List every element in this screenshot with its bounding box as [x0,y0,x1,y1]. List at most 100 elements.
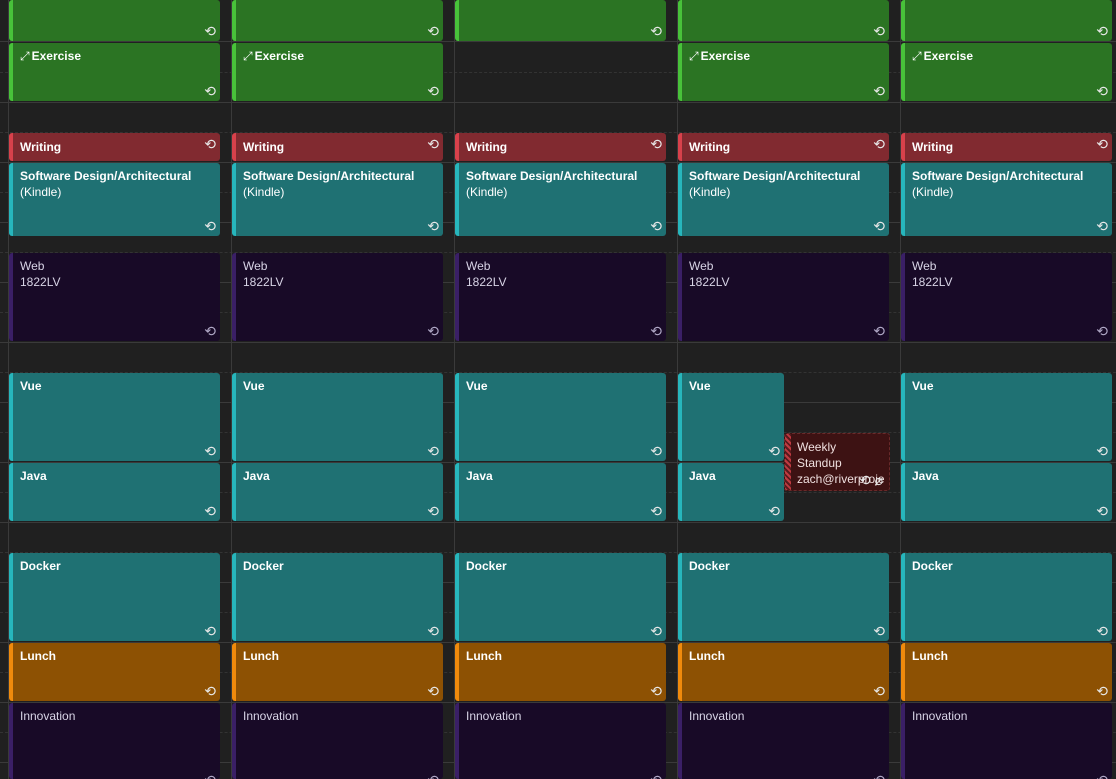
recurring-icon: ⟲ [650,623,662,639]
week-calendar-grid: ⟲ ⤢ Exercise ⟲ Writing ⟲ Software Design/Ar… [0,0,1116,779]
event-java[interactable]: Java ⟲ [455,463,666,521]
recurring-icon: ⟲ [650,323,662,339]
event-web[interactable]: Web 1822LV ⟲ [232,253,443,341]
event-software-design[interactable]: Software Design/Architectural (Kindle) ⟲ [455,163,666,236]
hour-line [0,41,1116,42]
recurring-icon: ⟲ [427,443,439,459]
event-lunch[interactable]: Lunch ⟲ [232,643,443,701]
event-innovation[interactable]: Innovation⟲ [9,703,220,779]
recurring-icon: ⟲ [768,503,780,519]
event-lunch[interactable]: Lunch ⟲ [901,643,1112,701]
paperclip-icon: ⌀ [874,472,883,488]
recurring-icon: ⟲ [427,503,439,519]
recurring-icon: ⟲ [204,443,216,459]
event-lunch[interactable]: Lunch ⟲ [455,643,666,701]
hour-line [0,342,1116,343]
event-lunch[interactable]: Lunch ⟲ [9,643,220,701]
event-vue[interactable]: Vue ⟲ [232,373,443,461]
event-software-design[interactable]: Software Design/Architectural (Kindle) ⟲ [9,163,220,236]
event-writing[interactable]: Writing ⟲ [678,133,889,161]
recurring-icon: ⟲ [204,218,216,234]
recurring-icon: ⟲ [858,472,871,488]
recurring-icon: ⟲ [873,136,885,152]
event-writing[interactable]: Writing ⟲ [455,133,666,161]
event-java[interactable]: Java ⟲ [678,463,784,521]
event-exercise[interactable]: ⤢ Exercise ⟲ [9,43,220,101]
event-docker[interactable]: Docker ⟲ [9,553,220,641]
event-vue[interactable]: Vue ⟲ [901,373,1112,461]
recurring-icon: ⟲ [1096,503,1108,519]
event-writing[interactable]: Writing ⟲ [232,133,443,161]
recurring-icon: ⟲ [650,773,662,779]
recurring-icon: ⟲ [427,23,439,39]
event-innovation[interactable]: Innovation⟲ [901,703,1112,779]
event-java[interactable]: Java ⟲ [9,463,220,521]
recurring-icon: ⟲ [650,136,662,152]
recurring-icon: ⟲ [873,23,885,39]
recurring-icon: ⟲ [1096,23,1108,39]
event-web[interactable]: Web 1822LV ⟲ [901,253,1112,341]
recurring-icon: ⟲ [1096,83,1108,99]
recurring-icon: ⟲ [650,218,662,234]
event-innovation[interactable]: Innovation⟲ [232,703,443,779]
expand-arrows-icon: ⤢ [912,49,922,63]
recurring-icon: ⟲ [1096,623,1108,639]
event-web[interactable]: Web 1822LV ⟲ [9,253,220,341]
event-innovation[interactable]: Innovation⟲ [678,703,889,779]
recurring-icon: ⟲ [427,136,439,152]
event-software-design[interactable]: Software Design/Architectural (Kindle) ⟲ [678,163,889,236]
event-web[interactable]: Web 1822LV ⟲ [455,253,666,341]
recurring-icon: ⟲ [427,623,439,639]
event-exercise[interactable]: ⤢ Exercise ⟲ [901,43,1112,101]
event-block-top[interactable]: ⟲ [901,0,1112,41]
hour-line [0,102,1116,103]
recurring-icon: ⟲ [650,683,662,699]
recurring-icon: ⟲ [204,623,216,639]
event-vue[interactable]: Vue ⟲ [9,373,220,461]
recurring-icon: ⟲ [650,23,662,39]
recurring-icon: ⟲ [1096,218,1108,234]
event-block-top[interactable]: ⟲ [232,0,443,41]
event-software-design[interactable]: Software Design/Architectural (Kindle) ⟲ [232,163,443,236]
event-java[interactable]: Java ⟲ [232,463,443,521]
recurring-icon: ⟲ [1096,443,1108,459]
event-vue[interactable]: Vue ⟲ [678,373,784,461]
recurring-icon: ⟲ [873,683,885,699]
event-weekly-standup[interactable]: Weekly Standup zach@riverproje ⟲ ⌀ [784,433,890,491]
event-lunch[interactable]: Lunch ⟲ [678,643,889,701]
recurring-icon: ⟲ [1096,136,1108,152]
recurring-icon: ⟲ [1096,323,1108,339]
recurring-icon: ⟲ [873,623,885,639]
recurring-icon: ⟲ [204,323,216,339]
event-vue[interactable]: Vue ⟲ [455,373,666,461]
event-docker[interactable]: Docker ⟲ [455,553,666,641]
event-block-top[interactable]: ⟲ [678,0,889,41]
recurring-icon: ⟲ [768,443,780,459]
event-exercise[interactable]: ⤢ Exercise ⟲ [678,43,889,101]
event-innovation[interactable]: Innovation⟲ [455,703,666,779]
recurring-icon: ⟲ [427,83,439,99]
recurring-icon: ⟲ [427,218,439,234]
recurring-icon: ⟲ [427,683,439,699]
recurring-icon: ⟲ [204,773,216,779]
recurring-icon: ⟲ [873,83,885,99]
event-block-top[interactable]: ⟲ [9,0,220,41]
recurring-icon: ⟲ [873,323,885,339]
event-writing[interactable]: Writing ⟲ [901,133,1112,161]
event-exercise[interactable]: ⤢ Exercise ⟲ [232,43,443,101]
expand-arrows-icon: ⤢ [243,49,253,63]
event-docker[interactable]: Docker ⟲ [232,553,443,641]
event-java[interactable]: Java ⟲ [901,463,1112,521]
recurring-icon: ⟲ [650,443,662,459]
event-docker[interactable]: Docker ⟲ [678,553,889,641]
event-block-top[interactable]: ⟲ [455,0,666,41]
event-docker[interactable]: Docker ⟲ [901,553,1112,641]
event-writing[interactable]: Writing ⟲ [9,133,220,161]
recurring-icon: ⟲ [204,503,216,519]
recurring-icon: ⟲ [650,503,662,519]
recurring-icon: ⟲ [1096,683,1108,699]
event-software-design[interactable]: Software Design/Architectural (Kindle) ⟲ [901,163,1112,236]
hour-line [0,522,1116,523]
expand-arrows-icon: ⤢ [689,49,699,63]
event-web[interactable]: Web 1822LV ⟲ [678,253,889,341]
